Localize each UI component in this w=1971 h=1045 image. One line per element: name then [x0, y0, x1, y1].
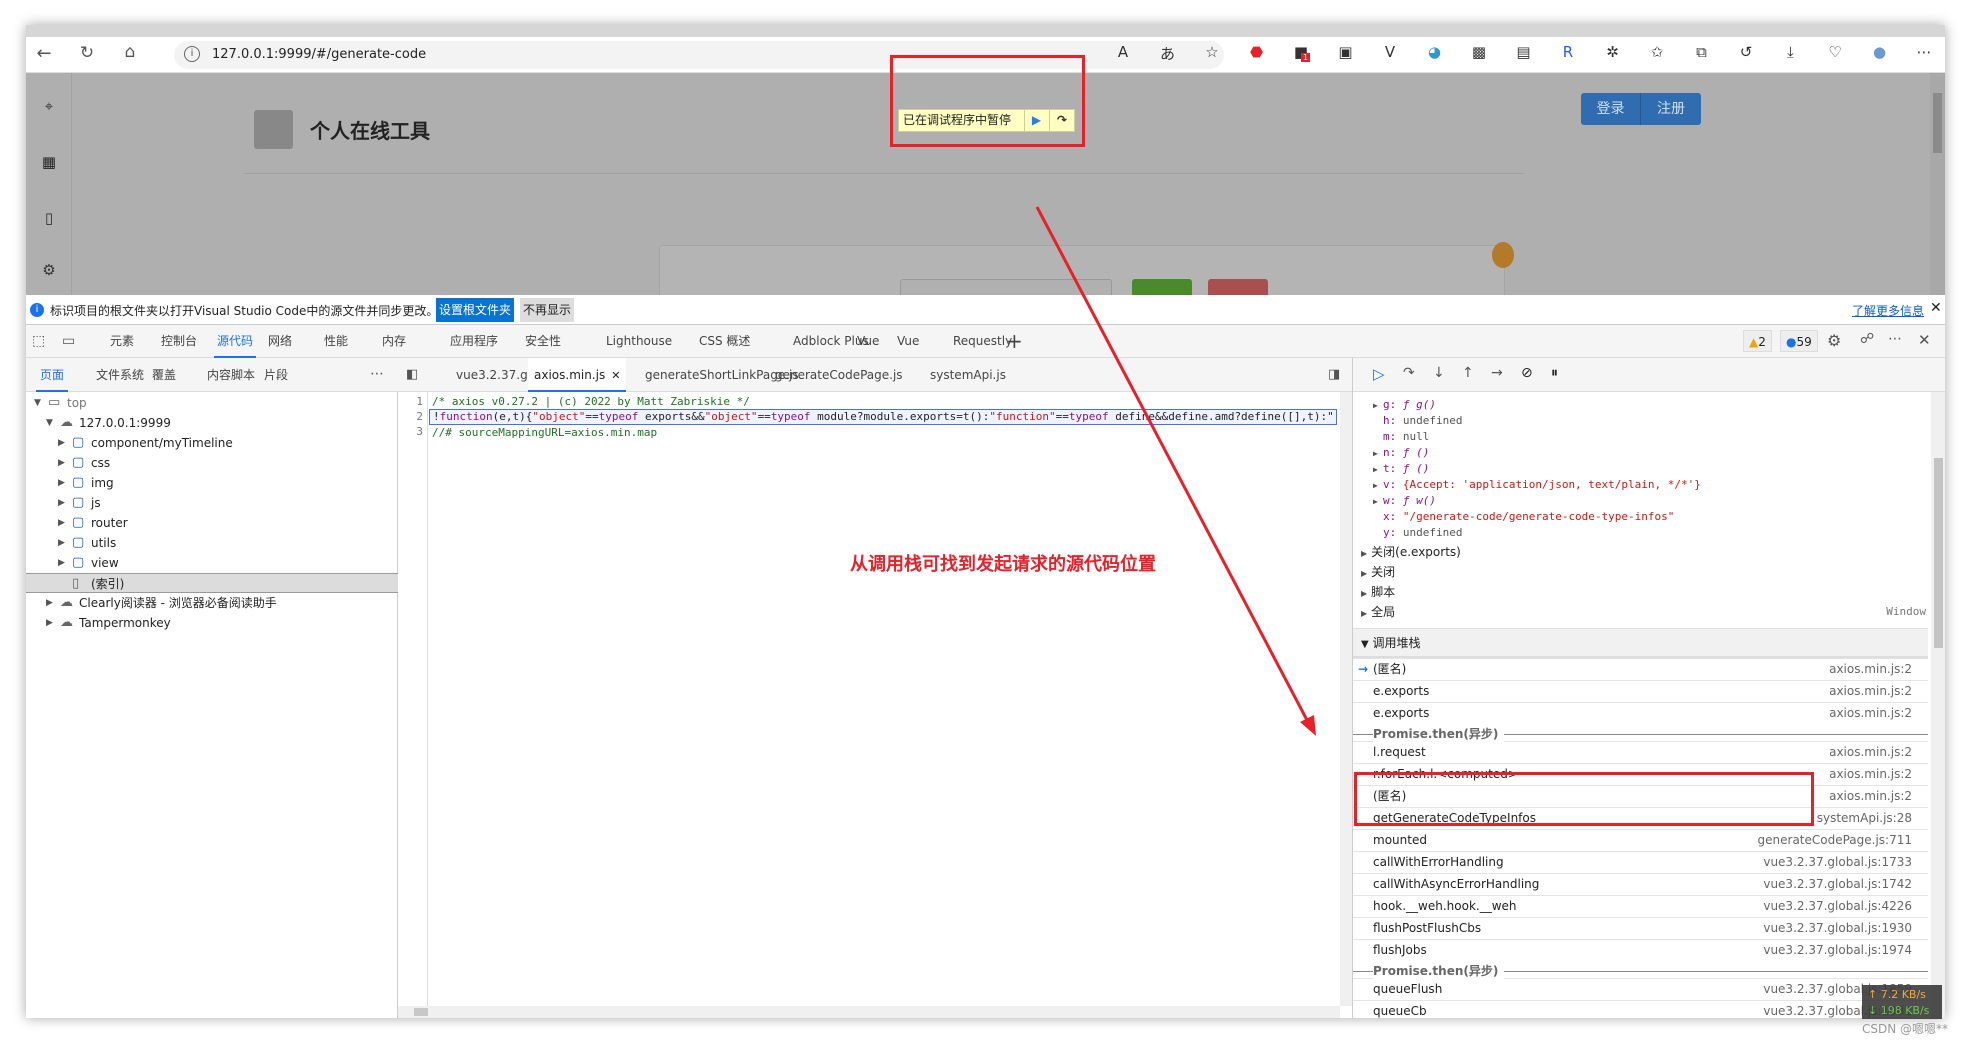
annotation-arrow — [1035, 206, 1316, 736]
separator-label: Promise.then(异步) — [1373, 961, 1505, 981]
net-speed-overlay: ↑ 7.2 KB/s ↓ 198 KB/s — [1862, 985, 1942, 1019]
annotation-text: 从调用栈可找到发起请求的源代码位置 — [850, 554, 1156, 575]
watermark: CSDN @嗯嗯** — [1862, 1022, 1949, 1036]
separator-label: Promise.then(异步) — [1373, 724, 1505, 744]
